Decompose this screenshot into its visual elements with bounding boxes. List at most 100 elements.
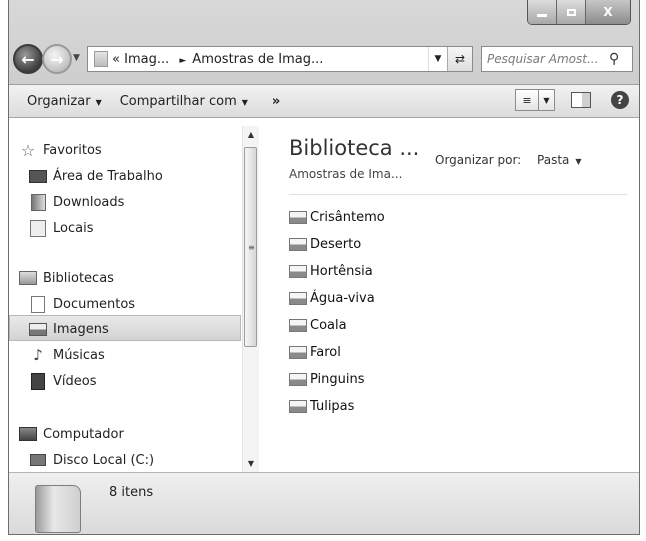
- forward-arrow-icon: →: [50, 49, 64, 69]
- image-file-icon: [289, 346, 307, 359]
- breadcrumb-sample-images[interactable]: Amostras de Imag...: [192, 52, 323, 67]
- share-with-menu[interactable]: Compartilhar com ▼: [120, 94, 248, 109]
- library-folder-icon: [35, 485, 81, 533]
- sidebar-item-desktop[interactable]: Área de Trabalho: [29, 168, 163, 184]
- videos-icon: [29, 372, 47, 390]
- share-label: Compartilhar com: [119, 93, 237, 109]
- scrollbar-thumb[interactable]: ≡: [244, 147, 257, 347]
- sidebar-item-videos[interactable]: Vídeos: [29, 372, 96, 390]
- sidebar-item-label: Downloads: [53, 194, 125, 210]
- change-view-button[interactable]: ≡: [515, 89, 539, 111]
- sidebar-item-label: Bibliotecas: [43, 270, 114, 286]
- address-bar[interactable]: « Imag... ► Amostras de Imag... ▼ ⇄: [87, 46, 473, 72]
- navigation-scrollbar[interactable]: ▲ ≡ ▼: [242, 126, 259, 472]
- documents-icon: [29, 295, 47, 313]
- sidebar-item-libraries[interactable]: Bibliotecas: [19, 270, 114, 286]
- search-box[interactable]: ⚲: [481, 46, 633, 72]
- help-icon[interactable]: ?: [611, 91, 629, 109]
- disk-icon: [29, 452, 47, 468]
- file-item[interactable]: Hortênsia: [289, 264, 373, 279]
- images-icon: [29, 321, 47, 337]
- grip-icon: ≡: [248, 243, 255, 252]
- preview-pane-icon[interactable]: [571, 92, 591, 108]
- image-file-icon: [289, 238, 307, 251]
- image-file-icon: [289, 292, 307, 305]
- file-name: Crisântemo: [310, 210, 385, 225]
- file-item[interactable]: Crisântemo: [289, 210, 385, 225]
- organize-menu[interactable]: Organizar ▼: [27, 94, 102, 109]
- forward-button[interactable]: →: [42, 44, 72, 74]
- sidebar-item-documents[interactable]: Documentos: [29, 295, 135, 313]
- file-item[interactable]: Água-viva: [289, 291, 375, 306]
- sidebar-item-favorites[interactable]: ☆ Favoritos: [19, 140, 102, 160]
- file-item[interactable]: Deserto: [289, 237, 361, 252]
- command-bar: Organizar ▼ Compartilhar com ▼ » ≡ ▼ ?: [9, 84, 639, 118]
- sidebar-item-music[interactable]: ♪ Músicas: [29, 346, 105, 364]
- file-item[interactable]: Pinguins: [289, 372, 365, 387]
- refresh-icon[interactable]: ⇄: [447, 47, 472, 71]
- file-name: Coala: [310, 318, 347, 333]
- sidebar-item-images[interactable]: Imagens: [29, 321, 109, 337]
- sidebar-item-label: Músicas: [53, 347, 105, 363]
- breadcrumb-separator-icon[interactable]: ►: [179, 56, 186, 66]
- sidebar-item-local-disk[interactable]: Disco Local (C:): [29, 452, 154, 468]
- header-divider: [289, 194, 627, 195]
- desktop-icon: [29, 168, 47, 184]
- file-item[interactable]: Tulipas: [289, 399, 354, 414]
- search-input[interactable]: [487, 52, 607, 66]
- file-item[interactable]: Farol: [289, 345, 341, 360]
- arrange-by: Organizar por: Pasta ▼: [435, 153, 582, 167]
- navigation-pane: ☆ Favoritos Área de Trabalho Downloads L…: [9, 118, 259, 472]
- sidebar-item-label: Locais: [53, 220, 94, 236]
- sidebar-item-label: Imagens: [53, 321, 109, 337]
- caption-buttons: X: [527, 0, 631, 25]
- explorer-window: X ← → ▼ « Imag... ► Amostras de Imag... ▼…: [8, 0, 640, 535]
- sidebar-item-downloads[interactable]: Downloads: [29, 193, 125, 211]
- back-button[interactable]: ←: [13, 44, 43, 74]
- file-item[interactable]: Coala: [289, 318, 347, 333]
- close-icon: X: [603, 5, 613, 19]
- file-name: Pinguins: [310, 372, 365, 387]
- breadcrumb: « Imag... ► Amostras de Imag...: [112, 52, 428, 67]
- file-name: Deserto: [310, 237, 362, 252]
- library-title: Biblioteca ...: [289, 136, 420, 160]
- scroll-up-icon[interactable]: ▲: [243, 130, 259, 139]
- arrange-by-dropdown[interactable]: Pasta ▼: [537, 153, 582, 167]
- sidebar-item-computer[interactable]: Computador: [19, 426, 124, 442]
- file-name: Farol: [310, 345, 341, 360]
- image-file-icon: [289, 265, 307, 278]
- search-icon[interactable]: ⚲: [609, 51, 619, 67]
- sidebar-item-label: Computador: [43, 426, 124, 442]
- arrange-by-label: Organizar por:: [435, 153, 522, 167]
- chevron-down-icon: ▼: [241, 97, 248, 107]
- back-arrow-icon: ←: [21, 49, 35, 69]
- image-file-icon: [289, 211, 307, 224]
- star-icon: ☆: [20, 140, 36, 160]
- sidebar-item-places[interactable]: Locais: [29, 219, 94, 237]
- details-pane: 8 itens: [9, 472, 639, 534]
- minimize-icon: [537, 13, 547, 17]
- chevron-down-icon: ▼: [95, 97, 102, 107]
- breadcrumb-images[interactable]: Imag...: [124, 52, 169, 67]
- library-subtitle[interactable]: Amostras de Ima...: [289, 167, 402, 181]
- minimize-button[interactable]: [528, 0, 556, 24]
- history-dropdown-icon[interactable]: ▼: [73, 53, 80, 63]
- maximize-button[interactable]: [556, 0, 585, 24]
- address-dropdown-icon[interactable]: ▼: [428, 47, 447, 71]
- image-file-icon: [289, 373, 307, 386]
- close-button[interactable]: X: [585, 0, 630, 24]
- view-dropdown-icon[interactable]: ▼: [539, 89, 555, 111]
- breadcrumb-overflow[interactable]: «: [112, 52, 120, 67]
- music-icon: ♪: [33, 346, 43, 364]
- view-icon: ≡: [522, 93, 532, 107]
- image-file-icon: [289, 400, 307, 413]
- computer-icon: [19, 426, 37, 442]
- navigation-bar: ← → ▼ « Imag... ► Amostras de Imag... ▼ ⇄…: [9, 40, 639, 78]
- view-controls: ≡ ▼ ?: [515, 89, 629, 111]
- chevron-down-icon: ▼: [575, 157, 582, 166]
- content-area: ☆ Favoritos Área de Trabalho Downloads L…: [9, 118, 639, 472]
- file-name: Tulipas: [310, 399, 355, 414]
- scroll-down-icon[interactable]: ▼: [243, 459, 259, 468]
- more-commands-button[interactable]: »: [272, 94, 280, 109]
- file-name: Hortênsia: [310, 264, 373, 279]
